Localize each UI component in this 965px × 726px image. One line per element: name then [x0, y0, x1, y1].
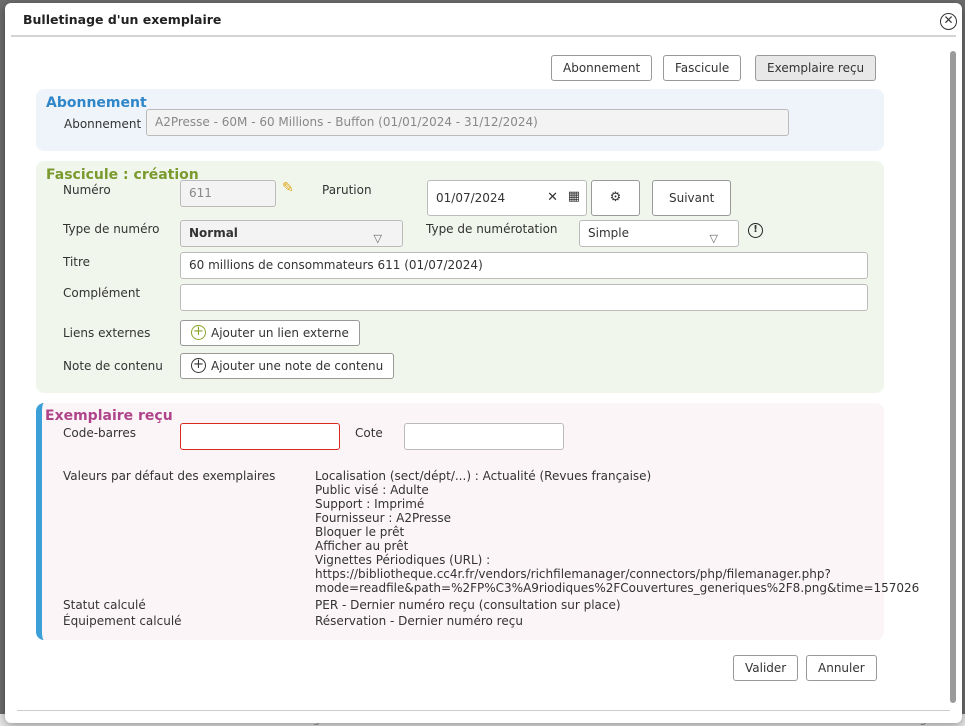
- parution-date-value: 01/07/2024: [436, 191, 506, 205]
- modal-title: Bulletinage d'un exemplaire: [23, 12, 222, 27]
- settings-sliders-button[interactable]: ⚙: [591, 180, 640, 216]
- defaults-values: Localisation (sect/dépt/...) : Actualité…: [315, 469, 919, 595]
- defaults-line: Vignettes Périodiques (URL) :: [315, 553, 491, 567]
- type-numero-label: Type de numéro: [63, 222, 160, 236]
- defaults-line: Localisation (sect/dépt/...) : Actualité…: [315, 469, 652, 483]
- code-barres-label: Code-barres: [63, 426, 137, 440]
- abonnement-button[interactable]: Abonnement: [551, 55, 653, 81]
- modal-header: Bulletinage d'un exemplaire ✕: [11, 3, 957, 37]
- suivant-button[interactable]: Suivant: [652, 180, 732, 216]
- equipement-label: Équipement calculé: [63, 614, 182, 628]
- complement-field[interactable]: [180, 284, 868, 311]
- chevron-down-icon: ▽: [709, 232, 718, 245]
- defaults-line: https://bibliotheque.cc4r.fr/vendors/ric…: [315, 567, 831, 581]
- close-icon[interactable]: ✕: [940, 13, 957, 30]
- titre-label: Titre: [63, 255, 91, 269]
- type-numerotation-select[interactable]: Simple ▽: [579, 220, 739, 247]
- scrollbar[interactable]: [950, 51, 956, 703]
- plus-icon: +: [191, 358, 206, 373]
- parution-label: Parution: [322, 183, 372, 197]
- sliders-icon: ⚙: [609, 190, 622, 205]
- type-numerotation-label: Type de numérotation: [426, 222, 558, 236]
- fascicule-button[interactable]: Fascicule: [663, 55, 742, 81]
- cote-label: Cote: [355, 426, 383, 440]
- defaults-line: Public visé : Adulte: [315, 483, 429, 497]
- valider-button[interactable]: Valider: [733, 655, 799, 681]
- defaults-line: Fournisseur : A2Presse: [315, 511, 451, 525]
- annuler-button[interactable]: Annuler: [806, 655, 877, 681]
- statut-value: PER - Dernier numéro reçu (consultation …: [315, 598, 621, 612]
- code-barres-field[interactable]: [180, 423, 340, 450]
- add-content-note-label: Ajouter une note de contenu: [211, 359, 384, 373]
- type-numero-select[interactable]: Normal ▽: [180, 220, 403, 247]
- statut-label: Statut calculé: [63, 598, 146, 612]
- modal-dialog: Bulletinage d'un exemplaire ✕ Abonnement…: [5, 3, 962, 723]
- note-contenu-label: Note de contenu: [63, 359, 163, 373]
- abonnement-section-title: Abonnement: [46, 95, 147, 111]
- footer-divider: [17, 710, 950, 711]
- numero-field[interactable]: 611: [180, 180, 276, 207]
- liens-externes-label: Liens externes: [63, 326, 151, 340]
- defaults-line: Afficher au prêt: [315, 539, 409, 553]
- abonnement-field: A2Presse - 60M - 60 Millions - Buffon (0…: [146, 109, 789, 136]
- exemplaire-recu-button[interactable]: Exemplaire reçu: [755, 55, 877, 81]
- info-icon[interactable]: !: [748, 223, 763, 238]
- pencil-icon[interactable]: ✎: [282, 180, 294, 196]
- defaults-label: Valeurs par défaut des exemplaires: [63, 469, 276, 483]
- titre-field[interactable]: 60 millions de consommateurs 611 (01/07/…: [180, 252, 868, 279]
- parution-date-field[interactable]: 01/07/2024 ✕ ▦: [427, 180, 587, 216]
- exemplaire-section: Exemplaire reçu Code-barres Cote Valeurs…: [36, 403, 919, 640]
- exemplaire-section-title: Exemplaire reçu: [45, 408, 173, 424]
- defaults-line: mode=readfile&path=%2FP%C3%A9riodiques%2…: [315, 581, 920, 595]
- abonnement-section: Abonnement Abonnement A2Presse - 60M - 6…: [36, 89, 884, 151]
- chevron-down-icon: ▽: [373, 232, 382, 245]
- plus-icon: +: [191, 325, 206, 340]
- add-content-note-button[interactable]: + Ajouter une note de contenu: [180, 353, 395, 379]
- add-external-link-button[interactable]: + Ajouter un lien externe: [180, 320, 360, 346]
- type-numero-value: Normal: [189, 226, 238, 240]
- abonnement-label: Abonnement: [64, 117, 142, 131]
- complement-label: Complément: [63, 286, 141, 300]
- equipement-value: Réservation - Dernier numéro reçu: [315, 614, 523, 628]
- fascicule-section-title: Fascicule : création: [46, 167, 199, 183]
- add-external-link-label: Ajouter un lien externe: [211, 326, 349, 340]
- numero-label: Numéro: [63, 183, 111, 197]
- defaults-line: Support : Imprimé: [315, 497, 425, 511]
- type-numerotation-value: Simple: [588, 226, 629, 240]
- cote-field[interactable]: [404, 423, 564, 450]
- calendar-icon[interactable]: ▦: [568, 180, 580, 214]
- clear-icon[interactable]: ✕: [547, 181, 558, 215]
- defaults-line: Bloquer le prêt: [315, 525, 405, 539]
- fascicule-section: Fascicule : création Numéro 611 ✎ Paruti…: [36, 161, 884, 393]
